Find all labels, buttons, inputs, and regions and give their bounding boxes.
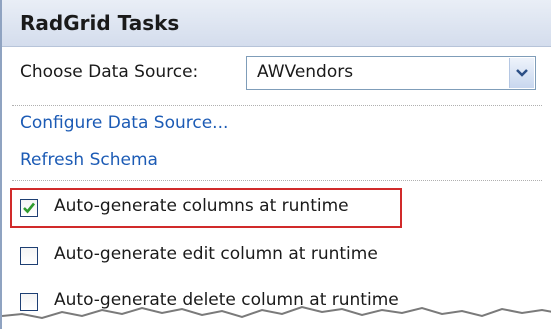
chevron-down-icon: [516, 69, 528, 77]
data-source-value: AWVendors: [257, 62, 354, 82]
checkmark-icon: [23, 202, 36, 214]
option-autogenerate-edit-column[interactable]: Auto-generate edit column at runtime: [20, 244, 540, 272]
refresh-schema-link[interactable]: Refresh Schema: [20, 150, 158, 170]
separator: [12, 105, 542, 106]
configure-data-source-link[interactable]: Configure Data Source...: [20, 113, 228, 133]
panel-title: RadGrid Tasks: [20, 11, 180, 35]
dropdown-button[interactable]: [509, 58, 534, 88]
separator: [12, 180, 542, 181]
data-source-dropdown[interactable]: AWVendors: [246, 56, 536, 90]
data-source-label: Choose Data Source:: [20, 62, 199, 82]
checkbox[interactable]: [20, 199, 38, 217]
torn-edge: [2, 305, 551, 329]
option-label: Auto-generate edit column at runtime: [54, 244, 378, 264]
radgrid-tasks-panel: RadGrid Tasks Choose Data Source: AWVend…: [0, 0, 551, 329]
option-label: Auto-generate columns at runtime: [54, 196, 349, 216]
checkbox[interactable]: [20, 247, 38, 265]
panel-header: RadGrid Tasks: [2, 0, 551, 47]
option-autogenerate-columns[interactable]: Auto-generate columns at runtime: [20, 196, 540, 224]
